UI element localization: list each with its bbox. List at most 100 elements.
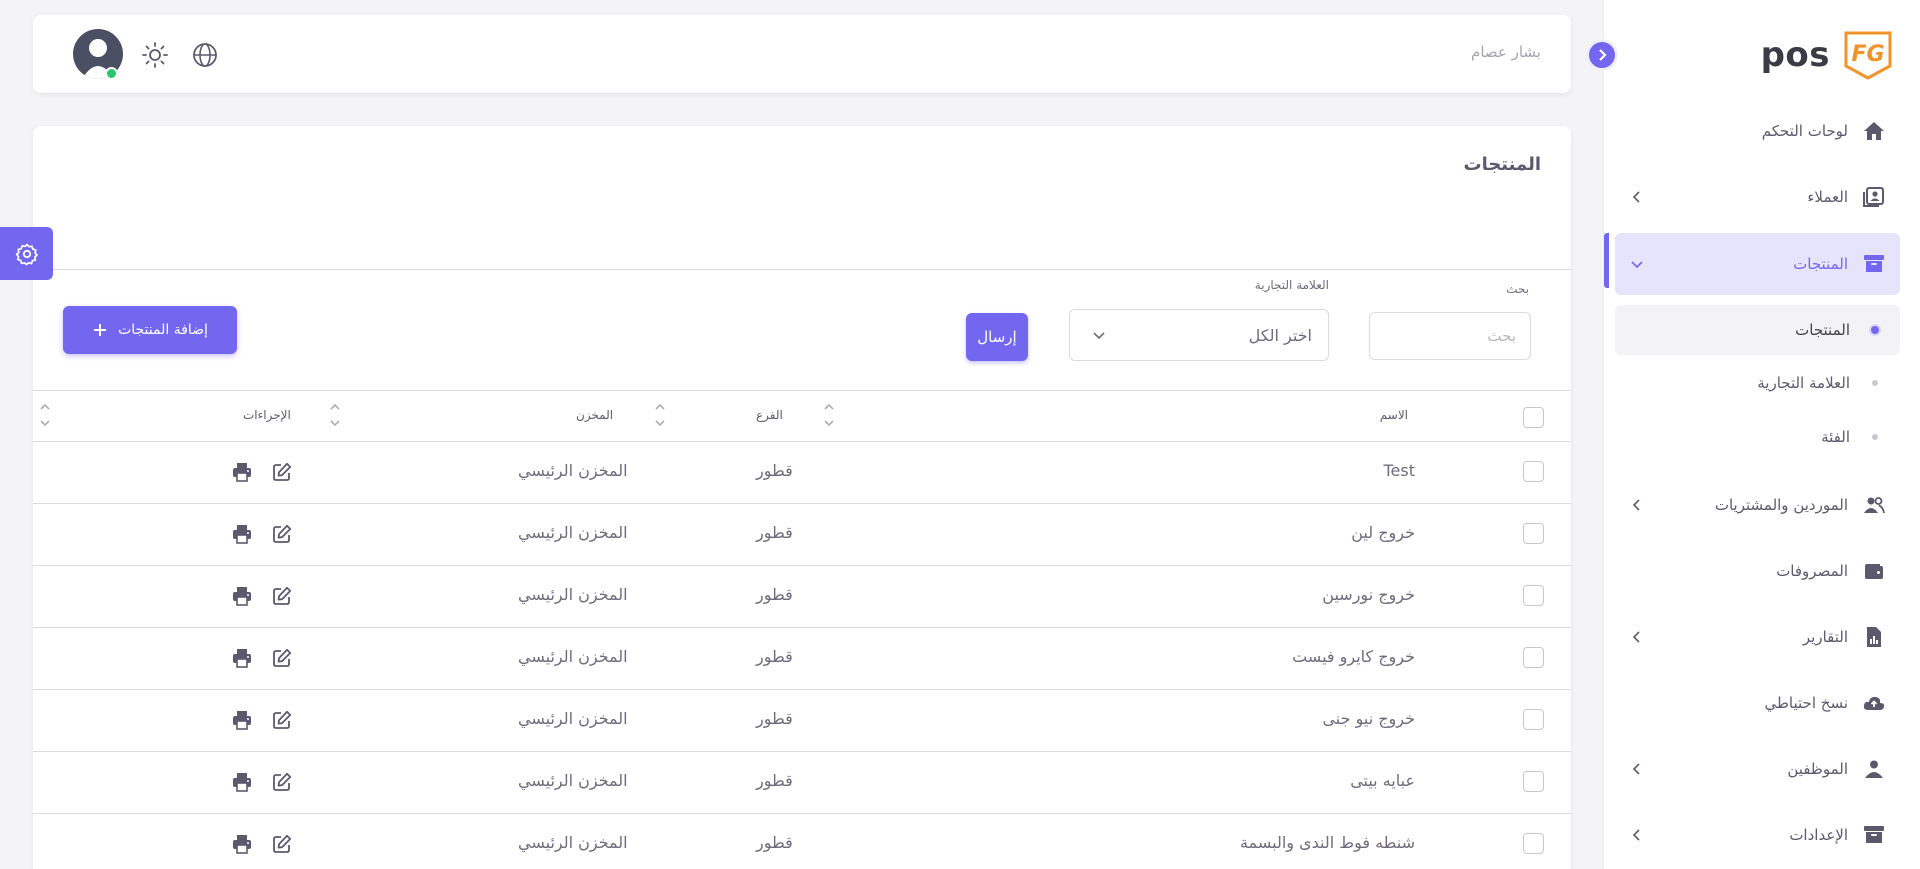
chevron-down-icon: [1090, 326, 1108, 344]
row-checkbox[interactable]: [1523, 523, 1544, 544]
product-name: خروج لين: [1351, 523, 1415, 542]
row-checkbox[interactable]: [1523, 647, 1544, 668]
product-store: المخزن الرئيسي: [518, 585, 628, 604]
add-products-button[interactable]: إضافة المنتجات: [63, 306, 237, 354]
row-checkbox[interactable]: [1523, 771, 1544, 792]
edit-icon[interactable]: [271, 771, 293, 793]
table-row: خروج لين قطور المخزن الرئيسي: [33, 503, 1571, 564]
product-branch: قطور: [756, 647, 793, 666]
edit-icon[interactable]: [271, 833, 293, 855]
search-input[interactable]: [1369, 312, 1531, 360]
row-checkbox[interactable]: [1523, 585, 1544, 606]
product-branch: قطور: [756, 461, 793, 480]
sidebar-subitem-products[interactable]: المنتجات: [1615, 305, 1900, 355]
print-icon[interactable]: [231, 709, 253, 731]
product-branch: قطور: [756, 523, 793, 542]
table-row: شنطه فوط الندى والبسمة قطور المخزن الرئي…: [33, 813, 1571, 869]
sidebar-subitem-label: العلامة التجارية: [1757, 374, 1850, 392]
select-all-checkbox[interactable]: [1523, 407, 1544, 428]
wallet-icon: [1862, 559, 1886, 583]
home-icon: [1862, 119, 1886, 143]
table-row: خروج نيو جنى قطور المخزن الرئيسي: [33, 689, 1571, 750]
edit-icon[interactable]: [271, 461, 293, 483]
table-row: عبايه بيتى قطور المخزن الرئيسي: [33, 751, 1571, 812]
bullet-icon: [1872, 434, 1878, 440]
page-title: المنتجات: [1463, 154, 1541, 175]
sidebar-item-suppliers[interactable]: الموردين والمشتريات: [1615, 474, 1900, 536]
sort-icon[interactable]: [38, 399, 52, 431]
chevron-left-icon: [1629, 629, 1645, 645]
brand-logo[interactable]: FG pos: [1761, 30, 1894, 80]
column-header-name[interactable]: الاسم: [1380, 408, 1408, 422]
globe-icon[interactable]: [191, 41, 219, 69]
product-branch: قطور: [756, 833, 793, 852]
sidebar-item-label: المنتجات: [1793, 255, 1848, 273]
print-icon[interactable]: [231, 771, 253, 793]
sidebar-item-settings[interactable]: الإعدادات: [1615, 804, 1900, 866]
sidebar-item-customers[interactable]: العملاء: [1615, 166, 1900, 228]
user-name: بشار عصام: [1471, 43, 1541, 61]
user-icon: [1862, 757, 1886, 781]
contacts-icon: [1862, 185, 1886, 209]
edit-icon[interactable]: [271, 647, 293, 669]
column-header-branch[interactable]: الفرع: [756, 408, 783, 422]
theme-customizer-button[interactable]: [0, 227, 53, 280]
bullet-icon: [1872, 380, 1878, 386]
print-icon[interactable]: [231, 523, 253, 545]
chevron-right-icon: [1599, 49, 1607, 61]
product-name: عبايه بيتى: [1350, 771, 1415, 790]
sidebar-item-products[interactable]: المنتجات: [1615, 233, 1900, 295]
table-row: Test قطور المخزن الرئيسي: [33, 441, 1571, 502]
chevron-left-icon: [1629, 189, 1645, 205]
send-button[interactable]: إرسال: [966, 313, 1028, 361]
card-divider: [33, 269, 1571, 270]
sidebar-subitem-label: الفئة: [1821, 428, 1850, 446]
chevron-left-icon: [1629, 761, 1645, 777]
product-store: المخزن الرئيسي: [518, 709, 628, 728]
sidebar-toggle-button[interactable]: [1586, 39, 1618, 71]
sun-icon[interactable]: [141, 41, 169, 69]
product-name: خروج نورسين: [1322, 585, 1415, 604]
online-status-badge: [105, 67, 118, 80]
plus-icon: [94, 324, 107, 336]
sidebar-item-dashboards[interactable]: لوحات التحكم: [1615, 100, 1900, 162]
print-icon[interactable]: [231, 585, 253, 607]
print-icon[interactable]: [231, 647, 253, 669]
row-checkbox[interactable]: [1523, 461, 1544, 482]
report-icon: [1862, 625, 1886, 649]
table-header: الاسم الفرع المخزن الإجراءات: [33, 391, 1571, 441]
chevron-down-icon: [1629, 256, 1645, 272]
brand-select[interactable]: اختر الكل: [1069, 309, 1329, 361]
active-indicator: [1604, 233, 1609, 288]
sidebar-subitem-category[interactable]: الفئة: [1615, 412, 1900, 462]
edit-icon[interactable]: [271, 709, 293, 731]
sidebar-item-label: المصروفات: [1776, 562, 1848, 580]
brand-name: pos: [1760, 35, 1830, 75]
product-store: المخزن الرئيسي: [518, 461, 628, 480]
print-icon[interactable]: [231, 461, 253, 483]
sidebar-item-expenses[interactable]: المصروفات: [1615, 540, 1900, 602]
product-branch: قطور: [756, 585, 793, 604]
row-checkbox[interactable]: [1523, 709, 1544, 730]
sidebar-item-employees[interactable]: الموظفين: [1615, 738, 1900, 800]
sidebar-item-label: العملاء: [1807, 188, 1848, 206]
row-checkbox[interactable]: [1523, 833, 1544, 854]
sidebar-item-backup[interactable]: نسخ احتياطي: [1615, 672, 1900, 734]
product-branch: قطور: [756, 771, 793, 790]
edit-icon[interactable]: [271, 585, 293, 607]
print-icon[interactable]: [231, 833, 253, 855]
product-branch: قطور: [756, 709, 793, 728]
sort-icon[interactable]: [653, 399, 667, 431]
gear-icon: [15, 243, 38, 265]
sidebar-subitem-brands[interactable]: العلامة التجارية: [1615, 358, 1900, 408]
sidebar-item-label: الإعدادات: [1789, 826, 1848, 844]
sort-icon[interactable]: [822, 399, 836, 431]
product-store: المخزن الرئيسي: [518, 647, 628, 666]
sort-icon[interactable]: [328, 399, 342, 431]
sidebar-item-reports[interactable]: التقارير: [1615, 606, 1900, 668]
edit-icon[interactable]: [271, 523, 293, 545]
product-store: المخزن الرئيسي: [518, 523, 628, 542]
cloud-upload-icon: [1862, 691, 1886, 715]
column-header-store[interactable]: المخزن: [576, 408, 613, 422]
product-name: خروج كايرو فيست: [1292, 647, 1415, 666]
